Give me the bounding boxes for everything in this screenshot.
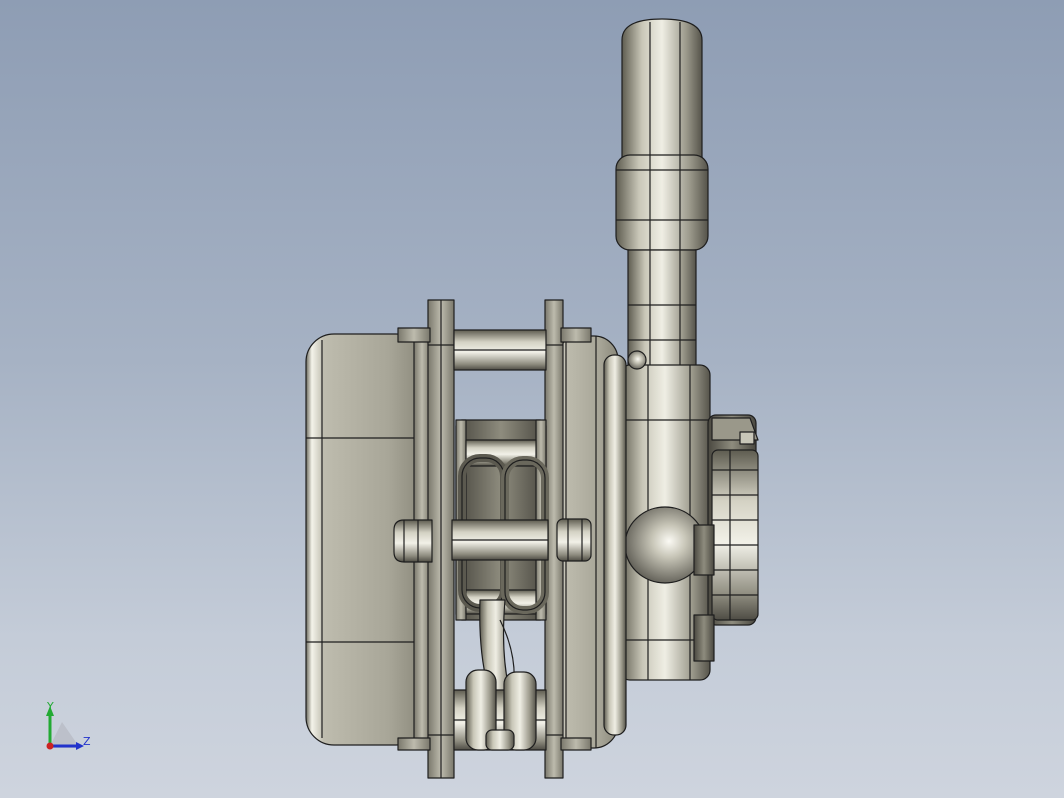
axis-z-label: Z [83, 735, 91, 748]
graphics-viewport[interactable]: Y Z [0, 0, 1064, 798]
handle-tube[interactable] [615, 18, 709, 371]
center-axle-bolt[interactable] [393, 518, 592, 563]
axis-y-label: Y [47, 700, 54, 713]
x-axis-origin [46, 742, 54, 750]
model-view[interactable] [0, 0, 1064, 798]
